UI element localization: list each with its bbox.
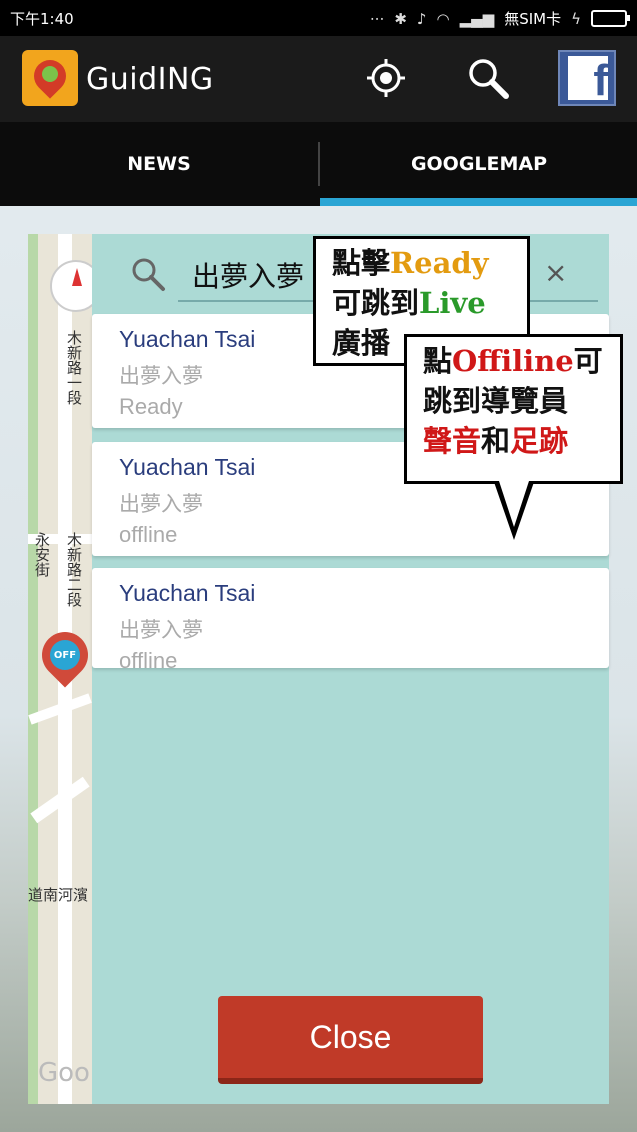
mute-icon: ♪ xyxy=(416,9,427,28)
compass-needle-icon xyxy=(72,268,82,286)
callout-highlight: Live xyxy=(419,286,486,320)
app-bar: GuidING f xyxy=(0,36,637,122)
carrier-label: 無SIM卡 xyxy=(504,10,562,28)
search-icon[interactable] xyxy=(466,56,510,100)
callout-line: 可跳到Live xyxy=(332,283,511,323)
map-label-street: 道南河濱 xyxy=(28,886,89,904)
marker-status: OFF xyxy=(50,640,80,670)
callout-highlight: 聲音 xyxy=(423,424,482,458)
guide-card[interactable]: Yuachan Tsai 出夢入夢 offline xyxy=(92,568,609,668)
search-icon xyxy=(132,258,165,291)
callout-line: 跳到導覽員 xyxy=(423,384,569,418)
callout-highlight: Offiline xyxy=(452,344,574,378)
google-logo: Goo xyxy=(38,1058,90,1088)
guide-name: Yuachan Tsai xyxy=(119,580,256,606)
tab-selected-indicator xyxy=(320,198,637,206)
map-marker[interactable]: OFF xyxy=(32,622,92,688)
facebook-button[interactable]: f xyxy=(558,50,616,106)
callout-text: 和 xyxy=(481,424,511,458)
status-icons: ⋅⋅⋅ ✱ ♪ ◠ ▂▄▆ 無SIM卡 ϟ xyxy=(370,8,630,29)
status-time: 下午1:40 xyxy=(10,10,74,28)
guide-status: offline xyxy=(119,648,178,668)
guide-status: offline xyxy=(119,522,178,547)
clear-icon[interactable]: × xyxy=(544,256,567,289)
locate-icon[interactable] xyxy=(366,58,406,98)
guide-status: Ready xyxy=(119,394,183,419)
wifi-icon: ◠ xyxy=(436,9,450,28)
signal-dots-icon: ⋅⋅⋅ xyxy=(370,9,385,28)
callout-highlight: 足跡 xyxy=(510,424,569,458)
guide-name: Yuachan Tsai xyxy=(119,326,256,352)
status-bar: 下午1:40 ⋅⋅⋅ ✱ ♪ ◠ ▂▄▆ 無SIM卡 ϟ xyxy=(0,0,637,36)
bluetooth-icon: ✱ xyxy=(394,9,407,28)
callout-text: 可 xyxy=(573,344,603,378)
tab-bar: NEWS GOOGLEMAP xyxy=(0,122,637,206)
compass-button[interactable] xyxy=(50,260,92,312)
callout-offline-tip: 點Offiline可 跳到導覽員 聲音和足跡 xyxy=(404,334,623,484)
battery-icon xyxy=(591,10,630,27)
app-logo xyxy=(22,50,78,106)
logo-face-icon xyxy=(42,66,58,82)
map-label-street: 木新路一段 xyxy=(65,330,83,405)
facebook-icon: f xyxy=(568,56,608,105)
map-label-street: 永安街 xyxy=(33,532,51,577)
callout-tail-fill xyxy=(499,481,529,527)
guide-place: 出夢入夢 xyxy=(119,492,203,516)
tab-news[interactable]: NEWS xyxy=(0,122,318,206)
tab-googlemap[interactable]: GOOGLEMAP xyxy=(320,122,637,206)
callout-line: 聲音和足跡 xyxy=(423,421,604,461)
callout-text: 點擊 xyxy=(332,246,391,280)
map-park-area xyxy=(28,234,38,1104)
guide-place: 出夢入夢 xyxy=(119,618,203,642)
callout-highlight: Ready xyxy=(390,246,489,280)
close-button[interactable]: Close xyxy=(218,996,483,1084)
charging-icon: ϟ xyxy=(571,9,581,28)
map-view[interactable]: 木新路一段 永安街 木新路二段 道南河濱 OFF Goo xyxy=(28,234,92,1104)
app-title: GuidING xyxy=(86,62,214,97)
callout-line: 點擊Ready xyxy=(332,243,511,283)
cell-signal-icon: ▂▄▆ xyxy=(459,9,495,28)
callout-text: 可跳到 xyxy=(332,286,420,320)
map-label-street: 木新路二段 xyxy=(65,532,83,607)
guide-name: Yuachan Tsai xyxy=(119,454,256,480)
guide-place: 出夢入夢 xyxy=(119,364,203,388)
callout-text: 點 xyxy=(423,344,453,378)
callout-line: 點Offiline可 xyxy=(423,341,604,381)
